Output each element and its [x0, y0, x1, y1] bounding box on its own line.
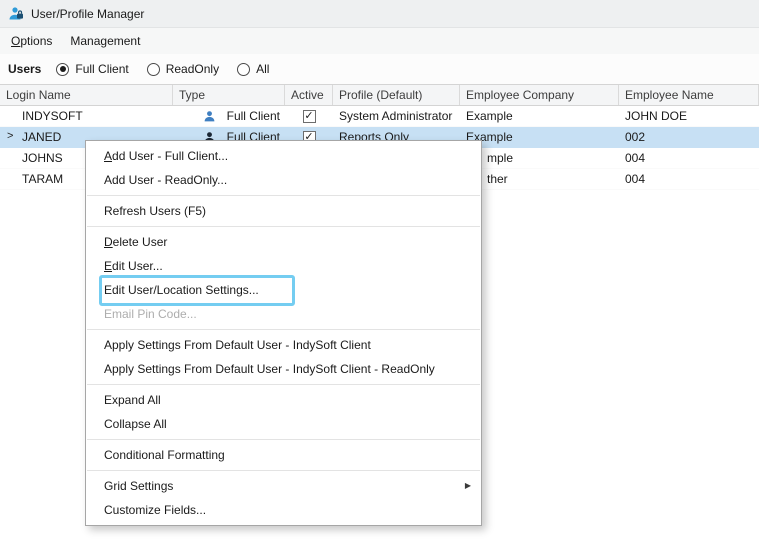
radio-option-readonly[interactable]: ReadOnly	[146, 62, 220, 76]
cell-active: ✓	[285, 106, 333, 126]
context-menu-item-expand-all[interactable]: Expand All	[86, 388, 481, 412]
context-menu-item-apply-settings-from-default-user-indysoft-client[interactable]: Apply Settings From Default User - IndyS…	[86, 333, 481, 357]
context-menu-item-collapse-all[interactable]: Collapse All	[86, 412, 481, 436]
users-filter-label: Users	[8, 62, 42, 76]
radio-option-full-client[interactable]: Full Client	[56, 62, 129, 76]
cell-type: Full Client	[173, 106, 285, 126]
radio-option-all[interactable]: All	[237, 62, 269, 76]
menu-separator	[87, 329, 480, 330]
radio-label: All	[256, 62, 270, 76]
table-row-indysoft[interactable]: INDYSOFT Full Client ✓ System Administrator…	[0, 106, 759, 127]
cell-employee-company: Example	[466, 130, 513, 144]
cell-employee-name: 002	[625, 130, 646, 144]
column-header-type[interactable]: Type	[173, 85, 285, 105]
context-menu-item-email-pin-code: Email Pin Code...	[104, 307, 197, 321]
submenu-arrow-icon: ▶	[464, 481, 471, 490]
menubar-item-options[interactable]: Options	[2, 28, 61, 54]
menu-separator	[87, 439, 480, 440]
context-menu-item-grid-settings[interactable]: Grid Settings ▶	[86, 474, 481, 498]
type-label: Full Client	[226, 109, 280, 123]
context-menu-item-delete-user[interactable]: Delete User	[86, 230, 481, 254]
column-header-active[interactable]: Active	[285, 85, 333, 105]
radio-label: ReadOnly	[165, 62, 220, 76]
context-menu-item-apply-settings-from-default-user-indysoft-client-readonly[interactable]: Apply Settings From Default User - IndyS…	[86, 357, 481, 381]
window-title: User/Profile Manager	[31, 6, 145, 21]
radio-label: Full Client	[75, 62, 129, 76]
cell-employee-name: 004	[625, 151, 646, 165]
filter-bar: Users Full Client ReadOnly All	[0, 54, 759, 84]
cell-profile: System Administrator	[339, 109, 453, 123]
context-menu-item-add-user-readonly[interactable]: Add User - ReadOnly...	[86, 168, 481, 192]
cell-login-name: INDYSOFT	[22, 109, 83, 123]
cell-employee-name: JOHN DOE	[625, 109, 688, 123]
column-header-profile-default[interactable]: Profile (Default)	[333, 85, 460, 105]
column-header-employee-name[interactable]: Employee Name	[619, 85, 759, 105]
users-radio-group: Full Client ReadOnly All	[56, 62, 269, 76]
menu-separator	[87, 195, 480, 196]
menubar-item-management[interactable]: Management	[61, 28, 149, 54]
context-menu-item-edit-user[interactable]: Edit User...	[86, 254, 481, 278]
cell-employee-company: mple	[487, 151, 514, 165]
context-menu: Add User - Full Client... Add User - Read…	[85, 140, 482, 526]
context-menu-item-conditional-formatting[interactable]: Conditional Formatting	[86, 443, 481, 467]
cell-employee-company: ther	[487, 172, 508, 186]
radio-circle-icon	[146, 62, 160, 76]
cell-employee-name: 004	[625, 172, 646, 186]
context-menu-item-edit-user-location-settings[interactable]: Edit User/Location Settings...	[86, 278, 481, 302]
user-icon	[204, 110, 215, 121]
selected-row-marker-icon: >	[7, 130, 14, 142]
titlebar: User/Profile Manager	[0, 0, 759, 28]
cell-employee-company: Example	[466, 109, 513, 123]
menubar: Options Management	[0, 28, 759, 54]
context-menu-item-refresh-users-f5[interactable]: Refresh Users (F5)	[86, 199, 481, 223]
menu-separator	[87, 226, 480, 227]
radio-circle-icon	[237, 62, 251, 76]
radio-circle-icon	[56, 62, 70, 76]
column-header-employee-company[interactable]: Employee Company	[460, 85, 619, 105]
active-checkbox[interactable]: ✓	[302, 109, 316, 123]
context-menu-item-add-user-full-client[interactable]: Add User - Full Client...	[86, 144, 481, 168]
app-icon	[8, 6, 24, 22]
grid-header: Login Name Type Active Profile (Default) Emp…	[0, 84, 759, 106]
context-menu-item-customize-fields[interactable]: Customize Fields...	[86, 498, 481, 522]
menu-separator	[87, 470, 480, 471]
column-header-login-name[interactable]: Login Name	[0, 85, 173, 105]
menu-separator	[87, 384, 480, 385]
